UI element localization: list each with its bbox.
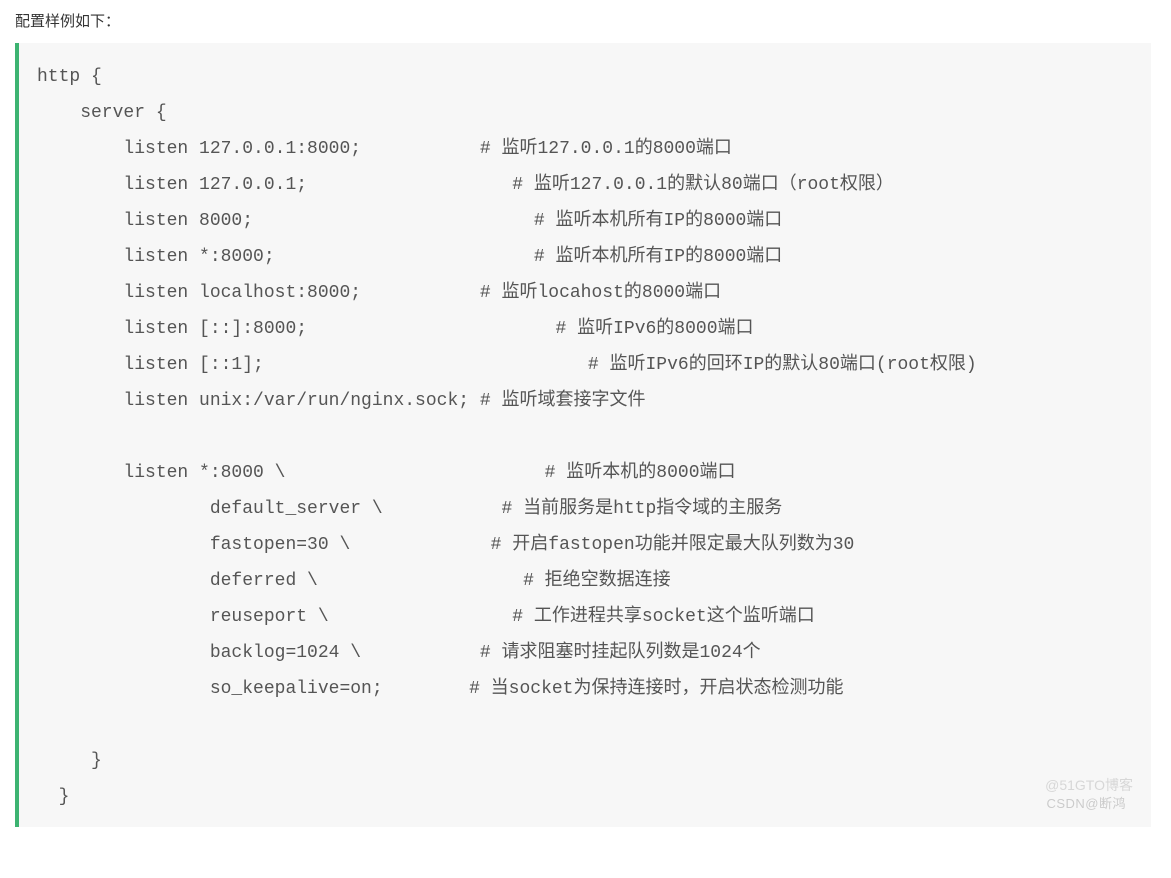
- code-line: default_server \ # 当前服务是http指令域的主服务: [37, 499, 782, 519]
- code-line: listen 127.0.0.1; # 监听127.0.0.1的默认80端口（r…: [37, 175, 894, 195]
- code-line: listen *:8000; # 监听本机所有IP的8000端口: [37, 247, 782, 267]
- code-line: listen 127.0.0.1:8000; # 监听127.0.0.1的800…: [37, 139, 732, 159]
- code-line: listen localhost:8000; # 监听locahost的8000…: [37, 283, 721, 303]
- code-line: }: [37, 787, 69, 807]
- watermark-csdn: CSDN@断鸿: [1046, 791, 1126, 817]
- code-line: backlog=1024 \ # 请求阻塞时挂起队列数是1024个: [37, 643, 761, 663]
- code-line: deferred \ # 拒绝空数据连接: [37, 571, 671, 591]
- code-line: }: [37, 751, 102, 771]
- code-line: listen *:8000 \ # 监听本机的8000端口: [37, 463, 736, 483]
- code-line: server {: [37, 103, 167, 123]
- code-line: listen [::1]; # 监听IPv6的回环IP的默认80端口(root权…: [37, 355, 977, 375]
- code-line: so_keepalive=on; # 当socket为保持连接时，开启状态检测功…: [37, 679, 843, 699]
- code-block: http { server { listen 127.0.0.1:8000; #…: [15, 43, 1151, 827]
- code-line: listen 8000; # 监听本机所有IP的8000端口: [37, 211, 782, 231]
- code-line: http {: [37, 67, 102, 87]
- code-line: listen [::]:8000; # 监听IPv6的8000端口: [37, 319, 754, 339]
- code-line: listen unix:/var/run/nginx.sock; # 监听域套接…: [37, 391, 645, 411]
- code-line: reuseport \ # 工作进程共享socket这个监听端口: [37, 607, 815, 627]
- code-line: fastopen=30 \ # 开启fastopen功能并限定最大队列数为30: [37, 535, 854, 555]
- intro-text: 配置样例如下：: [15, 10, 1151, 31]
